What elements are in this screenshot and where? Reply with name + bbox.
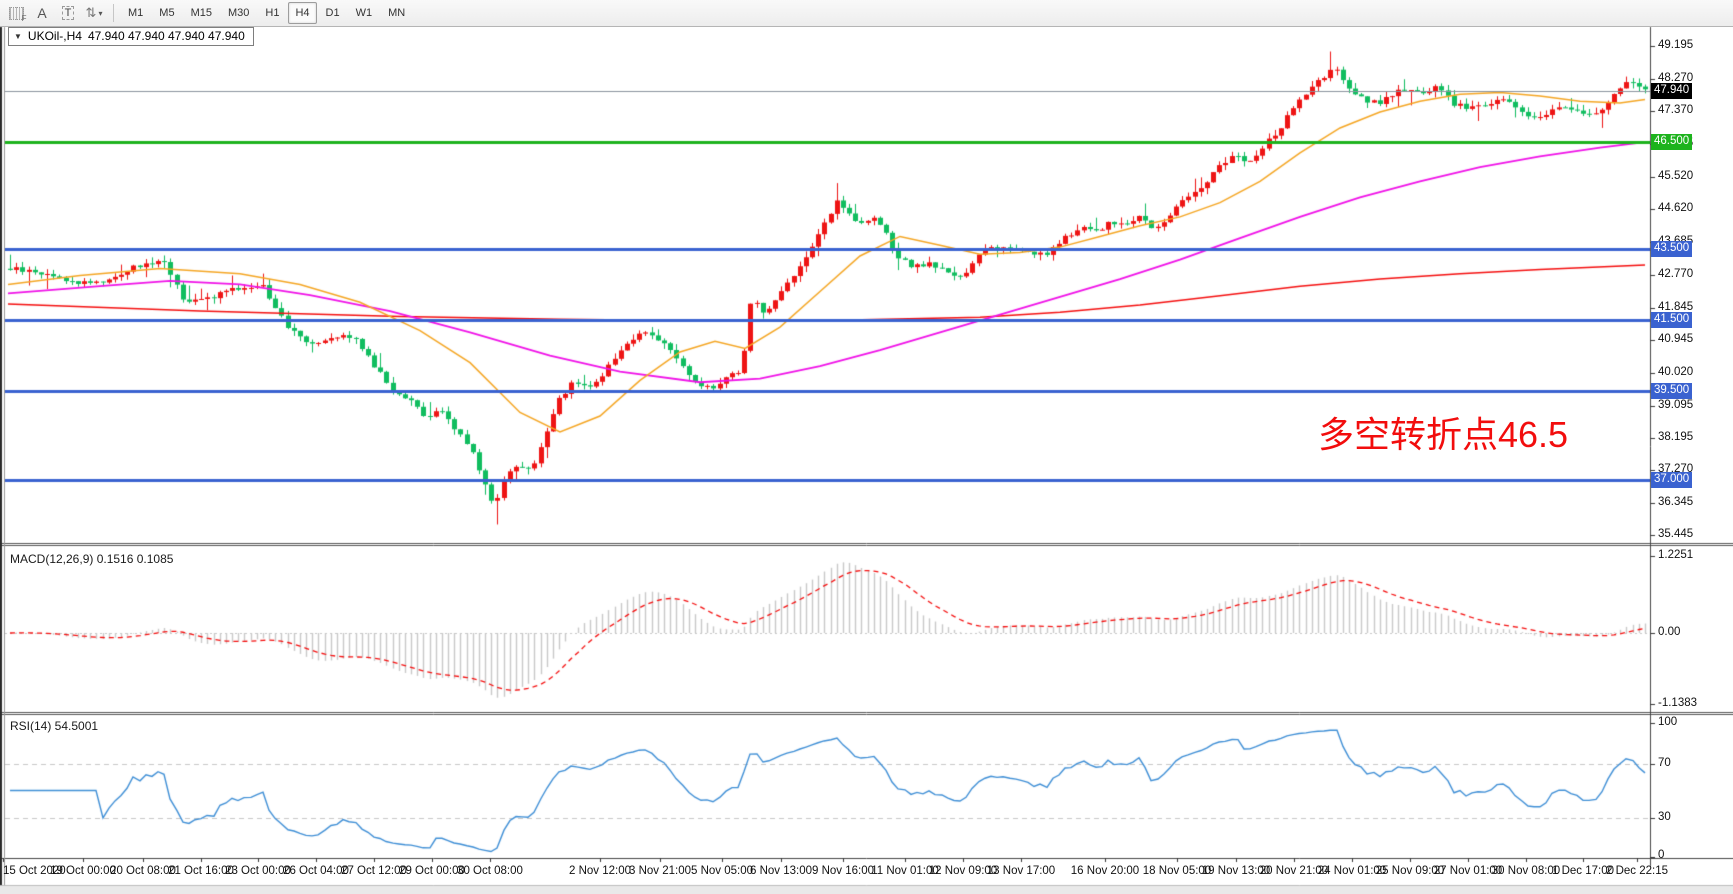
- time-tick-label: 21 Oct 16:00: [168, 865, 234, 877]
- text-label-icon[interactable]: A: [30, 2, 54, 24]
- time-tick-label: 9 Nov 16:00: [812, 865, 874, 877]
- grid-glyph: F: [9, 7, 24, 20]
- text-box-icon[interactable]: T: [56, 2, 80, 24]
- current-price-marker: 47.940: [1651, 83, 1692, 99]
- time-tick-label: 20 Oct 08:00: [110, 865, 176, 877]
- time-tick-label: 23 Oct 00:00: [225, 865, 291, 877]
- timeframe-button-W1[interactable]: W1: [349, 2, 380, 24]
- time-tick-label: 3 Nov 21:00: [629, 865, 691, 877]
- ohlc-values: 47.940 47.940 47.940 47.940: [88, 29, 245, 44]
- time-tick-label: 5 Nov 05:00: [691, 865, 753, 877]
- symbol-label: UKOil-,H4: [28, 29, 82, 44]
- chart-annotation-text: 多空转折点46.5: [1318, 416, 1568, 454]
- time-tick-label: 16 Nov 20:00: [1071, 865, 1139, 877]
- dropdown-caret-icon: ▾: [98, 9, 102, 18]
- price-tick-label: 38.195: [1658, 431, 1693, 443]
- time-tick-label: 19 Oct 00:00: [50, 865, 116, 877]
- toolbar-separator: [113, 4, 114, 22]
- macd-scale-label: -1.1383: [1658, 697, 1697, 709]
- rsi-scale-label: 0: [1658, 849, 1664, 861]
- timeframe-button-M5[interactable]: M5: [152, 2, 181, 24]
- time-tick-label: 30 Oct 08:00: [457, 865, 523, 877]
- letter-t-glyph: T: [62, 6, 75, 20]
- arrows-glyph: ⇅: [86, 5, 97, 21]
- anchor-grid-icon[interactable]: F: [4, 2, 28, 24]
- hline-marker-46.5: 46.500: [1651, 134, 1692, 150]
- toolbar: F A T ⇅ ▾ M1M5M15M30H1H4D1W1MN: [0, 0, 1733, 27]
- timeframe-button-M1[interactable]: M1: [121, 2, 150, 24]
- price-tick-label: 36.345: [1658, 496, 1693, 508]
- time-tick-label: 2 Nov 12:00: [569, 865, 631, 877]
- hline-marker-37.0: 37.000: [1651, 472, 1692, 488]
- time-tick-label: 26 Oct 04:00: [283, 865, 349, 877]
- price-tick-label: 45.520: [1658, 170, 1693, 182]
- price-tick-label: 44.620: [1658, 202, 1693, 214]
- price-tick-label: 42.770: [1658, 268, 1693, 280]
- price-tick-label: 39.095: [1658, 399, 1693, 411]
- timeframe-button-MN[interactable]: MN: [381, 2, 412, 24]
- grid-f-label: F: [22, 14, 27, 23]
- hline-marker-39.5: 39.500: [1651, 383, 1692, 399]
- price-tick-label: 47.370: [1658, 104, 1693, 116]
- collapse-triangle-icon[interactable]: ▼: [14, 29, 22, 44]
- macd-label: MACD(12,26,9) 0.1516 0.1085: [10, 552, 173, 566]
- symbol-title-box[interactable]: ▼ UKOil-,H4 47.940 47.940 47.940 47.940: [8, 27, 254, 46]
- price-tick-label: 49.195: [1658, 39, 1693, 51]
- timeframe-button-H4[interactable]: H4: [288, 2, 316, 24]
- timeframe-button-D1[interactable]: D1: [319, 2, 347, 24]
- price-tick-label: 41.845: [1658, 301, 1693, 313]
- time-tick-label: 2 Dec 22:15: [1606, 865, 1668, 877]
- hline-marker-43.5: 43.500: [1651, 241, 1692, 257]
- time-tick-label: 6 Nov 13:00: [750, 865, 812, 877]
- timeframe-button-H1[interactable]: H1: [258, 2, 286, 24]
- price-tick-label: 35.445: [1658, 528, 1693, 540]
- rsi-scale-label: 100: [1658, 716, 1677, 728]
- price-tick-label: 40.020: [1658, 366, 1693, 378]
- time-tick-label: 1 Dec 17:00: [1552, 865, 1614, 877]
- rsi-scale-label: 30: [1658, 811, 1671, 823]
- timeframe-button-group: M1M5M15M30H1H4D1W1MN: [120, 2, 413, 24]
- letter-a-glyph: A: [37, 5, 46, 21]
- price-tick-label: 40.945: [1658, 333, 1693, 345]
- macd-scale-label: 1.2251: [1658, 549, 1693, 561]
- time-tick-label: 27 Oct 12:00: [341, 865, 407, 877]
- time-tick-label: 29 Oct 00:00: [399, 865, 465, 877]
- time-tick-label: 13 Nov 17:00: [987, 865, 1055, 877]
- arrows-tool-icon[interactable]: ⇅ ▾: [82, 2, 106, 24]
- timeframe-button-M15[interactable]: M15: [184, 2, 219, 24]
- rsi-scale-label: 70: [1658, 757, 1671, 769]
- timeframe-button-M30[interactable]: M30: [221, 2, 256, 24]
- rsi-label: RSI(14) 54.5001: [10, 719, 98, 733]
- time-tick-label: 30 Nov 08:00: [1492, 865, 1560, 877]
- macd-scale-label: 0.00: [1658, 626, 1680, 638]
- hline-marker-41.5: 41.500: [1651, 312, 1692, 328]
